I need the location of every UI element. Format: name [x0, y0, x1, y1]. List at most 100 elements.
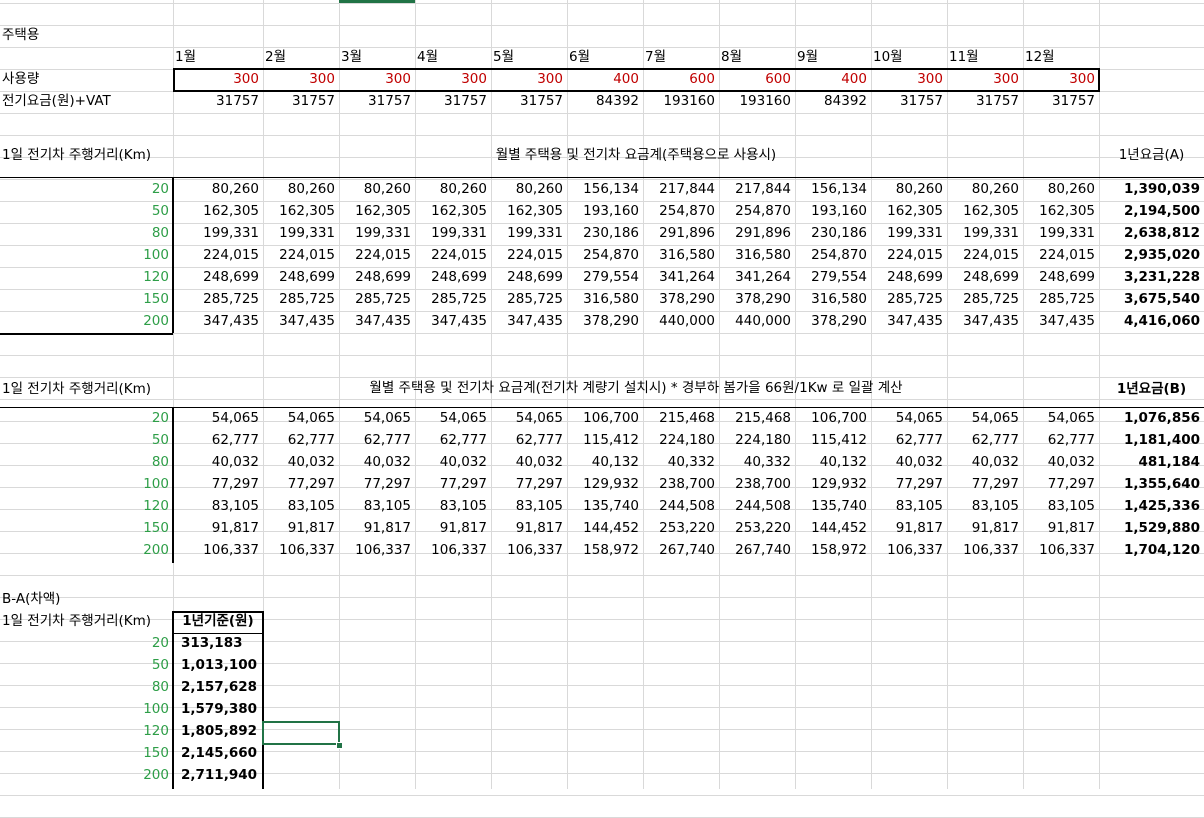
table-a-value[interactable]: 80,260 [871, 179, 947, 200]
table-b-km[interactable]: 100 [0, 474, 173, 495]
table-b-value[interactable]: 62,777 [263, 430, 339, 451]
table-a-km[interactable]: 120 [0, 267, 173, 288]
table-b-value[interactable]: 135,740 [567, 496, 643, 517]
table-a-value[interactable]: 162,305 [491, 201, 567, 222]
month-header[interactable]: 4월 [415, 47, 491, 68]
table-b-km[interactable]: 150 [0, 518, 173, 539]
table-a-value[interactable]: 162,305 [415, 201, 491, 222]
table-a-total[interactable]: 3,675,540 [1099, 289, 1204, 310]
table-a-total[interactable]: 4,416,060 [1099, 311, 1204, 332]
table-a-value[interactable]: 80,260 [491, 179, 567, 200]
table-a-value[interactable]: 162,305 [263, 201, 339, 222]
fee-value[interactable]: 31757 [871, 91, 947, 112]
fee-value[interactable]: 193160 [719, 91, 795, 112]
usage-value[interactable]: 600 [643, 69, 719, 90]
table-a-value[interactable]: 316,580 [795, 289, 871, 310]
table-b-value[interactable]: 91,817 [415, 518, 491, 539]
table-b-value[interactable]: 106,337 [173, 540, 263, 561]
table-b-value[interactable]: 91,817 [339, 518, 415, 539]
month-header[interactable]: 3월 [339, 47, 415, 68]
table-a-km[interactable]: 150 [0, 289, 173, 310]
table-b-value[interactable]: 91,817 [491, 518, 567, 539]
diff-col-header[interactable]: 1년기준(원) [173, 611, 263, 632]
month-header[interactable]: 9월 [795, 47, 871, 68]
diff-km[interactable]: 20 [0, 633, 173, 654]
table-b-value[interactable]: 40,032 [1023, 452, 1099, 473]
table-b-value[interactable]: 54,065 [1023, 408, 1099, 429]
spreadsheet-grid[interactable]: 주택용 1월 2월 3월 4월 5월 6월 7월 8월 9월 10월 11월 12월 사용량 300 300 3… [0, 0, 1204, 818]
table-a-value[interactable]: 193,160 [567, 201, 643, 222]
table-a-value[interactable]: 347,435 [947, 311, 1023, 332]
table-b-value[interactable]: 62,777 [173, 430, 263, 451]
table-a-value[interactable]: 199,331 [339, 223, 415, 244]
table-a-value[interactable]: 248,699 [947, 267, 1023, 288]
table-a-value[interactable]: 199,331 [491, 223, 567, 244]
table-b-value[interactable]: 54,065 [871, 408, 947, 429]
table-b-km[interactable]: 120 [0, 496, 173, 517]
table-b-value[interactable]: 83,105 [415, 496, 491, 517]
diff-value[interactable]: 1,013,100 [173, 655, 263, 676]
table-a-value[interactable]: 224,015 [415, 245, 491, 266]
table-b-value[interactable]: 238,700 [643, 474, 719, 495]
usage-value[interactable]: 300 [173, 69, 263, 90]
table-b-value[interactable]: 215,468 [719, 408, 795, 429]
table-b-value[interactable]: 77,297 [871, 474, 947, 495]
residential-label[interactable]: 주택용 [0, 25, 173, 46]
usage-value[interactable]: 300 [263, 69, 339, 90]
table-a-km[interactable]: 80 [0, 223, 173, 244]
table-b-value[interactable]: 40,132 [795, 452, 871, 473]
table-a-value[interactable]: 156,134 [567, 179, 643, 200]
usage-value[interactable]: 300 [947, 69, 1023, 90]
table-a-value[interactable]: 291,896 [643, 223, 719, 244]
table-a-value[interactable]: 347,435 [1023, 311, 1099, 332]
month-header[interactable]: 12월 [1023, 47, 1099, 68]
table-a-value[interactable]: 347,435 [173, 311, 263, 332]
table-b-km[interactable]: 50 [0, 430, 173, 451]
diff-label[interactable]: B-A(차액) [0, 589, 263, 610]
table-a-value[interactable]: 291,896 [719, 223, 795, 244]
fee-value[interactable]: 31757 [339, 91, 415, 112]
table-a-total[interactable]: 2,935,020 [1099, 245, 1204, 266]
diff-value[interactable]: 2,711,940 [173, 765, 263, 786]
table-a-value[interactable]: 199,331 [415, 223, 491, 244]
table-a-total[interactable]: 2,194,500 [1099, 201, 1204, 222]
fee-value[interactable]: 84392 [795, 91, 871, 112]
table-a-value[interactable]: 285,725 [173, 289, 263, 310]
diff-value[interactable]: 1,805,892 [173, 721, 263, 742]
table-a-value[interactable]: 199,331 [871, 223, 947, 244]
table-b-value[interactable]: 40,032 [415, 452, 491, 473]
table-a-value[interactable]: 162,305 [871, 201, 947, 222]
table-a-value[interactable]: 80,260 [947, 179, 1023, 200]
table-b-value[interactable]: 54,065 [947, 408, 1023, 429]
table-b-value[interactable]: 106,337 [871, 540, 947, 561]
table-b-value[interactable]: 54,065 [415, 408, 491, 429]
table-b-value[interactable]: 83,105 [263, 496, 339, 517]
month-header[interactable]: 11월 [947, 47, 1023, 68]
table-a-value[interactable]: 80,260 [1023, 179, 1099, 200]
fee-label[interactable]: 전기요금(원)+VAT [0, 91, 173, 112]
table-a-value[interactable]: 224,015 [491, 245, 567, 266]
table-a-value[interactable]: 224,015 [263, 245, 339, 266]
usage-value[interactable]: 600 [719, 69, 795, 90]
table-a-value[interactable]: 248,699 [339, 267, 415, 288]
table-a-value[interactable]: 80,260 [415, 179, 491, 200]
table-a-value[interactable]: 378,290 [567, 311, 643, 332]
table-b-value[interactable]: 83,105 [947, 496, 1023, 517]
table-b-value[interactable]: 40,032 [339, 452, 415, 473]
table-b-value[interactable]: 83,105 [1023, 496, 1099, 517]
table-a-value[interactable]: 347,435 [415, 311, 491, 332]
table-b-value[interactable]: 62,777 [1023, 430, 1099, 451]
table-a-value[interactable]: 279,554 [795, 267, 871, 288]
table-b-value[interactable]: 77,297 [491, 474, 567, 495]
table-a-value[interactable]: 440,000 [643, 311, 719, 332]
table-b-value[interactable]: 91,817 [263, 518, 339, 539]
table-b-value[interactable]: 224,180 [643, 430, 719, 451]
diff-value[interactable]: 313,183 [173, 633, 263, 654]
table-a-value[interactable]: 217,844 [643, 179, 719, 200]
fee-value[interactable]: 31757 [263, 91, 339, 112]
month-header[interactable]: 8월 [719, 47, 795, 68]
table-a-km[interactable]: 20 [0, 179, 173, 200]
table-a-value[interactable]: 199,331 [173, 223, 263, 244]
table-a-value[interactable]: 156,134 [795, 179, 871, 200]
table-b-value[interactable]: 62,777 [339, 430, 415, 451]
